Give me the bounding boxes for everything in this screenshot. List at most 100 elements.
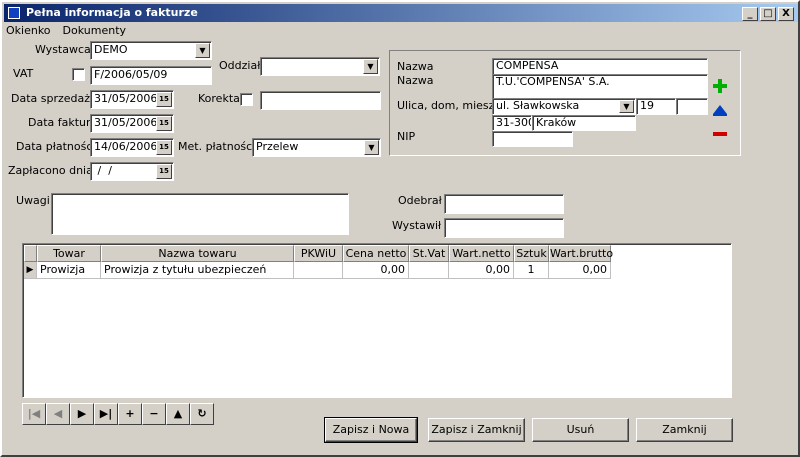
korekta-label: Korekta [198,92,240,105]
nip-input[interactable] [492,131,573,147]
cell-pkwiu[interactable] [294,262,343,279]
chevron-down-icon[interactable]: ▼ [364,140,379,155]
vat-number-input[interactable]: F/2006/05/09 [90,66,212,85]
oddzial-select[interactable]: ▼ [260,57,380,76]
calendar-icon[interactable]: 15 [156,92,172,107]
data-platnosci-value: 14/06/2006 [94,140,158,153]
grid-header-wart-brutto[interactable]: Wart.brutto [549,245,613,262]
menu-dokumenty[interactable]: Dokumenty [63,24,126,37]
uwagi-textarea[interactable] [51,193,349,235]
title-bar: Pełna informacja o fakturze _ □ X [4,4,798,22]
data-sprzedazy-input[interactable]: 31/05/2006 15 [90,90,174,109]
menu-bar: Okienko Dokumenty [6,24,138,37]
data-platnosci-label: Data płatności [16,140,96,153]
maximize-button[interactable]: □ [760,7,776,21]
next-record-icon[interactable]: ▶ [70,403,94,425]
calendar-icon[interactable]: 15 [156,116,172,131]
cell-towar[interactable]: Prowizja [37,262,101,279]
dom-input[interactable]: 19 [636,98,676,115]
korekta-input[interactable] [260,91,381,110]
save-close-button[interactable]: Zapisz i Zamknij [428,418,525,442]
add-client-button[interactable] [712,78,728,94]
nip-label: NIP [397,130,416,143]
chevron-down-icon[interactable]: ▼ [363,59,378,74]
oddzial-label: Oddział [219,59,261,72]
data-faktury-value: 31/05/2006 [94,116,158,129]
plus-icon [713,79,727,93]
last-record-icon[interactable]: ▶| [94,403,118,425]
cell-cena-netto[interactable]: 0,00 [343,262,409,279]
wystawca-label: Wystawca [35,43,91,56]
refresh-icon[interactable]: ↻ [190,403,214,425]
korekta-checkbox[interactable] [240,93,253,106]
calendar-icon[interactable]: 15 [156,164,172,179]
data-platnosci-input[interactable]: 14/06/2006 15 [90,138,174,157]
miasto-value: Kraków [536,116,577,129]
nazwa-label: Nazwa [397,60,434,73]
insert-record-icon[interactable]: + [118,403,142,425]
app-icon [8,7,20,19]
cell-sztuk[interactable]: 1 [514,262,549,279]
grid-header-st-vat[interactable]: St.Vat [409,245,449,262]
menu-okienko[interactable]: Okienko [6,24,51,37]
row-pointer-icon: ▶ [24,262,37,279]
grid-header-towar[interactable]: Towar [37,245,101,262]
data-faktury-input[interactable]: 31/05/2006 15 [90,114,174,133]
wystawca-select[interactable]: DEMO ▼ [90,41,212,60]
uwagi-label: Uwagi [16,194,50,207]
items-grid[interactable]: Towar Nazwa towaru PKWiU Cena netto St.V… [22,243,732,398]
minus-icon [713,132,727,136]
wystawil-input[interactable] [444,218,564,238]
remove-client-button[interactable] [712,126,728,142]
data-sprzedazy-value: 31/05/2006 [94,92,158,105]
data-sprzedazy-label: Data sprzedaży [11,92,97,105]
vat-label: VAT [13,67,34,80]
calendar-icon[interactable]: 15 [156,140,172,155]
met-platnosci-value: Przelew [256,140,299,153]
chevron-down-icon[interactable]: ▼ [619,100,634,113]
kod-input[interactable]: 31-300 [492,115,532,131]
nazwa-input[interactable]: COMPENSA [492,58,708,75]
mieszk-input[interactable] [676,98,708,115]
ulica-label: Ulica, dom, mieszk. [397,99,505,112]
zaplacono-value: / / [94,164,112,177]
zaplacono-input[interactable]: / / 15 [90,162,174,181]
prior-record-icon[interactable]: ◀ [46,403,70,425]
nazwa2-input[interactable]: T.U.'COMPENSA' S.A. [492,74,708,99]
window-title: Pełna informacja o fakturze [26,6,198,19]
delete-record-icon[interactable]: − [142,403,166,425]
record-navigator: |◀ ◀ ▶ ▶| + − ▲ ↻ [22,403,214,425]
cell-st-vat[interactable] [409,262,449,279]
cell-wart-brutto[interactable]: 0,00 [549,262,611,279]
grid-header-wart-netto[interactable]: Wart.netto [449,245,514,262]
cell-wart-netto[interactable]: 0,00 [449,262,514,279]
vat-number-value: F/2006/05/09 [94,68,168,81]
delete-button[interactable]: Usuń [532,418,629,442]
grid-header-nazwa[interactable]: Nazwa towaru [101,245,294,262]
grid-header-pkwiu[interactable]: PKWiU [294,245,343,262]
miasto-input[interactable]: Kraków [532,115,636,131]
close-button[interactable]: Zamknij [636,418,733,442]
ulica-select[interactable]: ul. Sławkowska ▼ [492,98,636,115]
vat-checkbox[interactable] [72,68,85,81]
save-new-button[interactable]: Zapisz i Nowa [324,417,418,443]
minimize-button[interactable]: _ [742,7,758,21]
odebral-input[interactable] [444,194,564,214]
close-window-button[interactable]: X [778,7,794,21]
wystawca-value: DEMO [94,43,128,56]
triangle-up-icon [713,105,727,116]
edit-record-icon[interactable]: ▲ [166,403,190,425]
grid-header-sztuk[interactable]: Sztuk [514,245,549,262]
nazwa-value: COMPENSA [496,59,559,72]
cell-nazwa[interactable]: Prowizja z tytułu ubezpieczeń [101,262,294,279]
grid-header-cena-netto[interactable]: Cena netto [343,245,409,262]
zaplacono-label: Zapłacono dnia [8,164,93,177]
nazwa2-label: Nazwa [397,74,434,87]
dom-value: 19 [640,99,654,112]
chevron-down-icon[interactable]: ▼ [195,43,210,58]
met-platnosci-select[interactable]: Przelew ▼ [252,138,381,157]
first-record-icon[interactable]: |◀ [22,403,46,425]
move-up-button[interactable] [712,102,728,118]
grid-indicator-header [24,245,37,262]
data-faktury-label: Data faktury [28,116,98,129]
